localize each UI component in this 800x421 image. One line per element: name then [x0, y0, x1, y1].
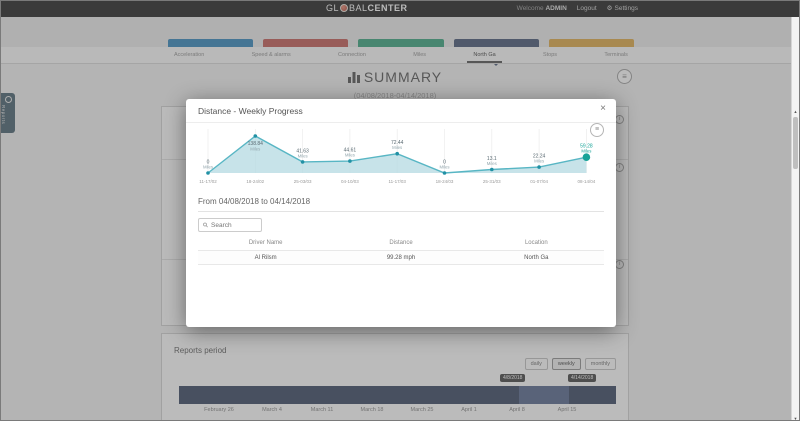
table-header-row: Driver NameDistanceLocation — [198, 236, 604, 250]
scrollbar-thumb[interactable] — [793, 117, 798, 169]
svg-text:04-10/03: 04-10/03 — [341, 179, 359, 184]
svg-text:Miles: Miles — [581, 149, 591, 154]
search-box[interactable] — [198, 218, 262, 232]
search-icon — [203, 222, 208, 228]
svg-text:Miles: Miles — [392, 145, 402, 150]
svg-text:Miles: Miles — [534, 159, 544, 164]
app-window: GL BAL CENTER Welcome ADMIN Logout ⚙ Set… — [0, 0, 800, 421]
scroll-down-arrow[interactable]: ▼ — [792, 416, 799, 421]
weekly-progress-chart[interactable]: 0Miles11-17/02138.84Miles18-24/0241.63Mi… — [194, 125, 608, 191]
modal-date-range: From 04/08/2018 to 04/14/2018 — [198, 197, 604, 212]
close-icon[interactable]: × — [600, 104, 606, 114]
table-cell: North Ga — [469, 251, 604, 264]
modal-title: Distance - Weekly Progress × — [186, 99, 616, 123]
svg-text:18-24/02: 18-24/02 — [246, 179, 264, 184]
svg-text:11-17/03: 11-17/03 — [388, 179, 406, 184]
svg-text:Miles: Miles — [203, 165, 213, 170]
svg-text:18-24/03: 18-24/03 — [436, 179, 454, 184]
svg-text:Miles: Miles — [298, 153, 308, 158]
table-row[interactable]: Al Rilsm99.28 mphNorth Ga — [198, 250, 604, 265]
svg-text:08-14/04: 08-14/04 — [578, 179, 596, 184]
scroll-up-arrow[interactable]: ▲ — [792, 109, 799, 114]
svg-text:01-07/04: 01-07/04 — [530, 179, 548, 184]
svg-text:25-31/03: 25-31/03 — [483, 179, 501, 184]
table-body: Al Rilsm99.28 mphNorth Ga — [198, 250, 604, 265]
vertical-scrollbar[interactable]: ▲ ▼ — [791, 17, 799, 421]
svg-text:25-03/03: 25-03/03 — [294, 179, 312, 184]
table-cell: Al Rilsm — [198, 251, 333, 264]
drivers-table: Driver NameDistanceLocation Al Rilsm99.2… — [198, 236, 604, 265]
svg-text:Miles: Miles — [439, 165, 449, 170]
svg-text:Miles: Miles — [487, 161, 497, 166]
column-header: Distance — [333, 236, 468, 250]
search-input[interactable] — [211, 222, 257, 229]
table-cell: 99.28 mph — [333, 251, 468, 264]
column-header: Location — [469, 236, 604, 250]
svg-text:Miles: Miles — [345, 153, 355, 158]
weekly-progress-modal: Distance - Weekly Progress × ≡ 0Miles11-… — [186, 99, 616, 327]
svg-text:Miles: Miles — [250, 147, 260, 152]
column-header: Driver Name — [198, 236, 333, 250]
svg-text:11-17/02: 11-17/02 — [199, 179, 217, 184]
